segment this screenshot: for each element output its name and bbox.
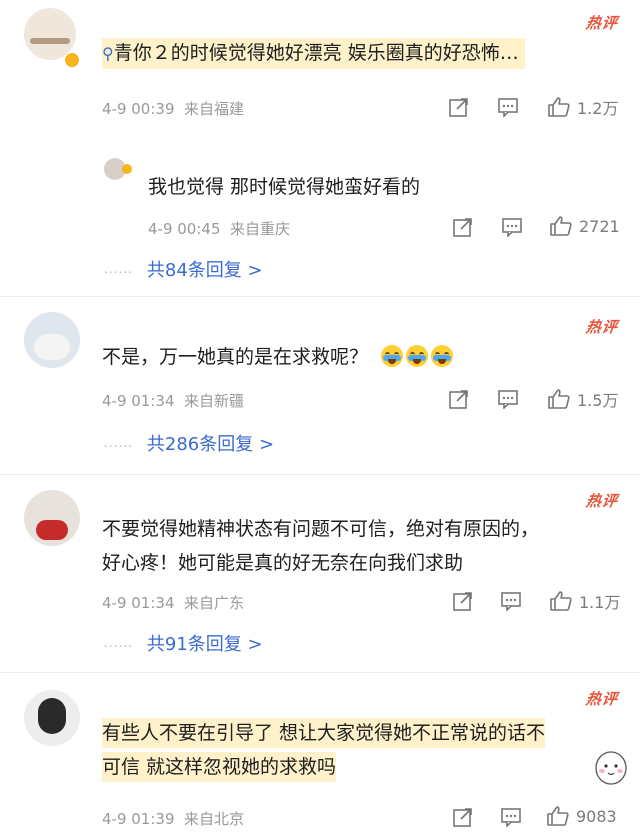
comment-button[interactable] (501, 217, 523, 237)
reply-meta: 4-9 00:45 来自重庆 (148, 220, 291, 238)
hot-comment-badge: 热评 (584, 318, 620, 336)
comment-icon (502, 218, 522, 237)
like-button[interactable]: 1.1万 (549, 589, 620, 613)
comment-icon (498, 98, 518, 117)
thumbs-up-icon (548, 97, 570, 117)
like-count: 1.2万 (577, 99, 619, 118)
hot-comment-badge: 热评 (584, 492, 620, 510)
comment-text-line: 有些人不要在引导了 想让大家觉得她不正常说的话不 (102, 718, 546, 748)
like-count: 1.5万 (577, 391, 619, 410)
like-count: 9083 (576, 806, 617, 826)
verified-badge-icon (64, 52, 80, 68)
thumbs-up-icon (547, 806, 569, 826)
comment-button[interactable] (500, 591, 522, 611)
share-icon (453, 218, 472, 237)
view-replies-link[interactable]: ...... 共91条回复 > (104, 630, 263, 656)
comment-button[interactable] (497, 97, 519, 117)
verified-badge-icon (122, 164, 132, 174)
share-button[interactable] (448, 96, 470, 118)
comment-icon (498, 390, 518, 409)
share-button[interactable] (448, 388, 470, 410)
like-button[interactable]: 9083 (546, 805, 617, 827)
share-icon (453, 592, 472, 611)
share-icon (453, 808, 472, 827)
view-replies-link[interactable]: ...... 共84条回复 > (104, 256, 263, 282)
share-icon (449, 98, 468, 117)
view-replies-link[interactable]: ...... 共286条回复 > (104, 430, 274, 456)
comment-button[interactable] (500, 807, 522, 827)
divider (0, 296, 640, 297)
avatar[interactable] (24, 690, 80, 746)
divider (0, 474, 640, 475)
crying-emoji-icon (431, 345, 454, 367)
ellipsis-divider: ...... (104, 262, 133, 276)
like-count: 1.1万 (579, 593, 621, 612)
crying-emoji-icon (406, 345, 429, 367)
comment-meta: 4-9 00:39 来自福建 (102, 100, 245, 118)
avatar[interactable] (24, 312, 80, 368)
crying-emoji-icon (381, 345, 404, 367)
ellipsis-divider: ...... (104, 636, 133, 650)
comment-icon (501, 592, 521, 611)
ellipsis-divider: ...... (104, 436, 133, 450)
like-button[interactable]: 1.2万 (547, 95, 618, 119)
cartoon-sticker-icon (592, 746, 630, 786)
like-count: 2721 (579, 216, 620, 236)
share-button[interactable] (452, 806, 474, 828)
comment-meta: 4-9 01:34 来自新疆 (102, 392, 245, 410)
thumbs-up-icon (550, 591, 572, 611)
search-icon[interactable]: ⚲ (102, 44, 114, 63)
reply-text: 我也觉得 那时候觉得她蛮好看的 (148, 176, 421, 198)
share-button[interactable] (452, 590, 474, 612)
comment-meta: 4-9 01:34 来自广东 (102, 594, 245, 612)
thumbs-up-icon (550, 216, 572, 236)
hot-comment-badge: 热评 (584, 690, 620, 708)
like-button[interactable]: 2721 (549, 215, 620, 237)
comment-meta: 4-9 01:39 来自北京 (102, 810, 245, 828)
avatar[interactable] (24, 490, 80, 546)
comment-text: 不是，万一她真的是在求救呢？ (102, 342, 454, 372)
comment-icon (501, 808, 521, 827)
divider (0, 672, 640, 673)
share-icon (449, 390, 468, 409)
comment-button[interactable] (497, 389, 519, 409)
comment-text: ⚲青你２的时候觉得她好漂亮 娱乐圈真的好恐怖… (102, 38, 525, 69)
comment-text-line: 可信 就这样忽视她的求救吗 (102, 752, 337, 782)
like-button[interactable]: 1.5万 (547, 387, 618, 411)
comment-text-line: 好心疼！她可能是真的好无奈在向我们求助 (102, 552, 464, 574)
thumbs-up-icon (548, 389, 570, 409)
share-button[interactable] (452, 216, 474, 238)
comment-text-line: 不要觉得她精神状态有问题不可信，绝对有原因的， (102, 518, 540, 540)
hot-comment-badge: 热评 (584, 14, 620, 32)
